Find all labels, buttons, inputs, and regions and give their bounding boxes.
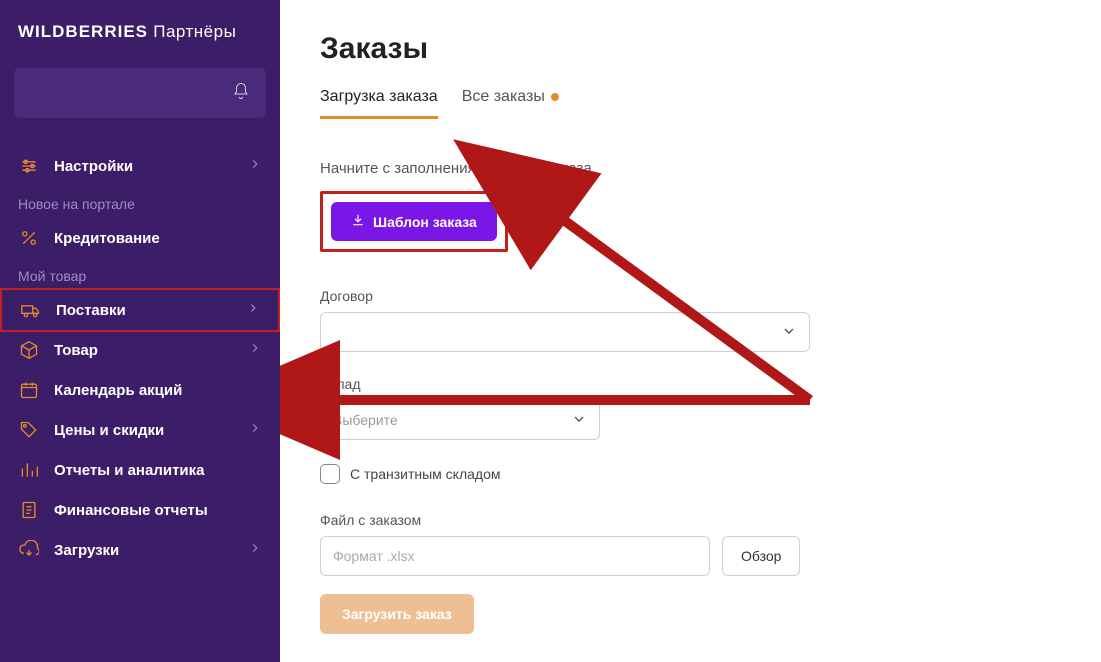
chevron-down-icon [781,323,797,342]
sidebar-item-product[interactable]: Товар [0,330,280,370]
page-title: Заказы [320,32,1061,66]
tab-label: Все заказы [462,88,545,106]
chevron-right-icon [248,341,262,359]
file-row: Формат .xlsx Обзор [320,536,1061,576]
calendar-icon [18,380,40,400]
tab-upload[interactable]: Загрузка заказа [320,88,438,119]
sidebar-item-calendar[interactable]: Календарь акций [0,370,280,410]
chevron-right-icon [246,301,260,319]
sidebar-item-downloads[interactable]: Загрузки [0,530,280,570]
field-label: Договор [320,288,1061,304]
tabs: Загрузка заказа Все заказы [320,88,1061,120]
sidebar-item-label: Цены и скидки [54,422,234,439]
sidebar-item-label: Поставки [56,302,232,319]
transit-checkbox-row[interactable]: С транзитным складом [320,464,1061,484]
tab-all[interactable]: Все заказы [462,88,559,119]
sidebar-item-label: Настройки [54,158,234,175]
sidebar-item-label: Товар [54,342,234,359]
chevron-right-icon [248,157,262,175]
bell-icon[interactable] [232,82,250,105]
browse-button[interactable]: Обзор [722,536,800,576]
sidebar-item-fin[interactable]: Финансовые отчеты [0,490,280,530]
field-contract: Договор [320,288,1061,352]
checkbox[interactable] [320,464,340,484]
document-icon [18,500,40,520]
brand-sub: Партнёры [153,22,236,41]
cloud-download-icon [18,540,40,560]
brand: WILDBERRIES Партнёры [0,22,280,60]
sliders-icon [18,156,40,176]
main-content: Заказы Загрузка заказа Все заказы Начнит… [280,0,1101,662]
contract-select[interactable] [320,312,810,352]
notification-dot-icon [551,93,559,101]
file-input[interactable]: Формат .xlsx [320,536,710,576]
sidebar: WILDBERRIES Партнёры Настройки Новое на … [0,0,280,662]
sidebar-item-label: Финансовые отчеты [54,502,262,519]
sidebar-item-reports[interactable]: Отчеты и аналитика [0,450,280,490]
user-box[interactable] [14,68,266,118]
tag-icon [18,420,40,440]
chevron-down-icon [571,411,587,430]
template-download-button[interactable]: Шаблон заказа [331,202,497,241]
warehouse-select[interactable]: Выберите [320,400,600,440]
percent-icon [18,228,40,248]
brand-logo: WILDBERRIES [18,22,148,41]
section-label-goods: Мой товар [0,258,280,290]
field-warehouse: Склад Выберите [320,376,1061,440]
input-placeholder: Формат .xlsx [333,548,415,564]
truck-icon [20,300,42,320]
field-label: Файл с заказом [320,512,1061,528]
section-label-new: Новое на портале [0,186,280,218]
sidebar-item-prices[interactable]: Цены и скидки [0,410,280,450]
box-icon [18,340,40,360]
hint-text: Начните с заполнения шаблона заказа. [320,160,1061,177]
download-icon [351,213,365,230]
upload-button: Загрузить заказ [320,594,474,634]
field-label: Склад [320,376,1061,392]
sidebar-item-label: Календарь акций [54,382,262,399]
sidebar-item-credit[interactable]: Кредитование [0,218,280,258]
template-highlight: Шаблон заказа [320,191,508,252]
sidebar-item-supplies[interactable]: Поставки [0,288,280,332]
sidebar-item-label: Загрузки [54,542,234,559]
sidebar-item-label: Кредитование [54,230,262,247]
chevron-right-icon [248,421,262,439]
sidebar-item-settings[interactable]: Настройки [0,146,280,186]
sidebar-item-label: Отчеты и аналитика [54,462,262,479]
chevron-right-icon [248,541,262,559]
button-label: Шаблон заказа [373,214,477,230]
tab-label: Загрузка заказа [320,88,438,106]
select-placeholder: Выберите [333,412,398,428]
checkbox-label: С транзитным складом [350,466,501,482]
chart-icon [18,460,40,480]
